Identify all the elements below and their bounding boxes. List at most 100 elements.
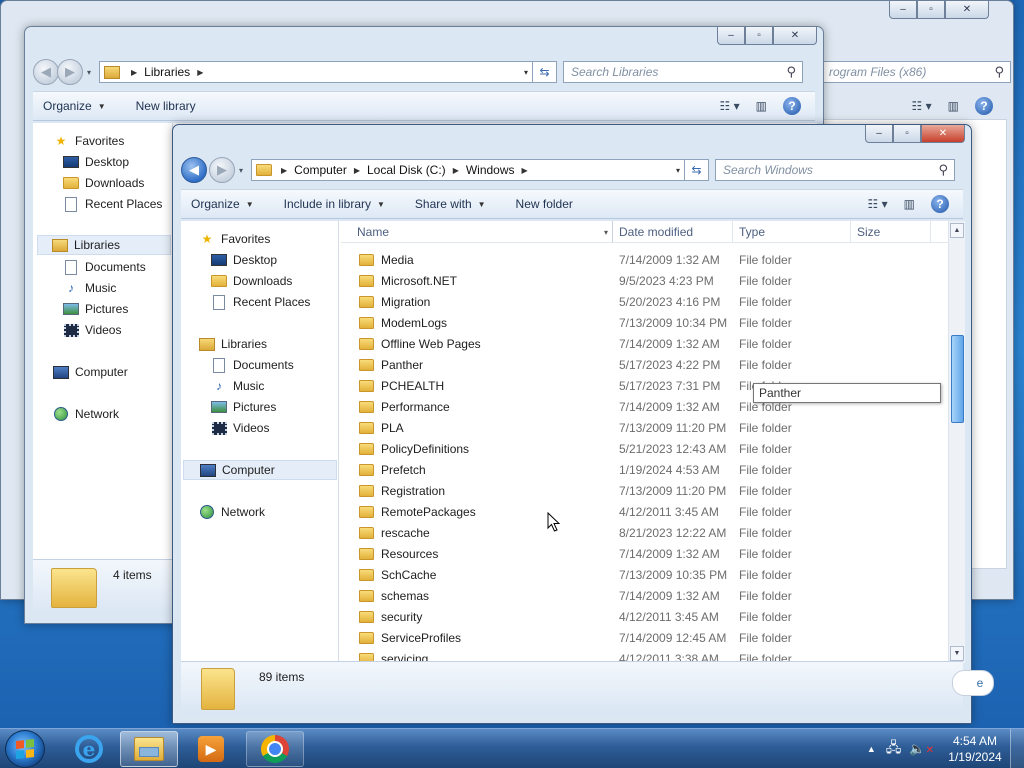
partial-button[interactable]: e <box>952 670 994 696</box>
file-row[interactable]: ServiceProfiles 7/14/2009 12:45 AM File fo… <box>341 627 947 648</box>
nav-libraries[interactable]: Libraries <box>37 235 171 255</box>
minimize-button[interactable]: – <box>865 125 893 143</box>
forward-button[interactable]: ▶ <box>57 59 83 85</box>
file-row[interactable]: RemotePackages 4/12/2011 3:45 AM File fold… <box>341 501 947 522</box>
close-button[interactable]: ✕ <box>945 1 989 19</box>
file-row[interactable]: Resources 7/14/2009 1:32 AM File folder <box>341 543 947 564</box>
file-row[interactable]: PLA 7/13/2009 11:20 PM File folder <box>341 417 947 438</box>
file-row[interactable]: security 4/12/2011 3:45 AM File folder <box>341 606 947 627</box>
vertical-scrollbar[interactable]: ▲ ▼ <box>948 221 965 663</box>
preview-pane-icon[interactable]: ▥ <box>948 99 959 113</box>
taskbar-chrome[interactable] <box>246 731 304 767</box>
file-row[interactable]: rescache 8/21/2023 12:22 AM File folder <box>341 522 947 543</box>
nav-computer[interactable]: Computer <box>183 460 337 480</box>
nav-network[interactable]: Network <box>53 404 119 424</box>
address-bar[interactable]: ▶ Libraries ▶ ▾ <box>99 61 533 83</box>
show-desktop-button[interactable] <box>1010 729 1024 768</box>
view-options-icon[interactable]: ☷ ▾ <box>912 99 932 113</box>
nav-music[interactable]: ♪ Music <box>63 278 116 298</box>
help-icon[interactable]: ? <box>975 97 993 115</box>
back-button[interactable]: ◀ <box>33 59 59 85</box>
scroll-down-arrow[interactable]: ▼ <box>950 646 964 661</box>
column-filter-icon[interactable]: ▾ <box>604 228 608 237</box>
nav-documents[interactable]: Documents <box>63 257 146 277</box>
minimize-button[interactable]: – <box>717 27 745 45</box>
show-hidden-icons-button[interactable]: ▲ <box>867 744 876 754</box>
file-row[interactable]: SchCache 7/13/2009 10:35 PM File folder <box>341 564 947 585</box>
close-button[interactable]: ✕ <box>773 27 817 45</box>
nav-recent-places[interactable]: Recent Places <box>211 292 310 312</box>
nav-downloads[interactable]: Downloads <box>211 271 292 291</box>
refresh-button[interactable]: ⇆ <box>685 159 709 181</box>
scroll-thumb[interactable] <box>951 335 964 423</box>
close-button[interactable]: ✕ <box>921 125 965 143</box>
taskbar-media-player[interactable]: ▶ <box>182 731 240 767</box>
include-in-library-button[interactable]: Include in library ▼ <box>284 197 385 211</box>
column-size[interactable]: Size <box>851 221 931 243</box>
breadcrumb-libraries[interactable]: Libraries <box>144 65 190 79</box>
new-folder-button[interactable]: New folder <box>516 197 573 211</box>
recent-pages-dropdown[interactable]: ▾ <box>83 68 95 77</box>
breadcrumb-computer[interactable]: Computer <box>294 163 347 177</box>
nav-music[interactable]: ♪ Music <box>211 376 264 396</box>
nav-recent-places[interactable]: Recent Places <box>63 194 162 214</box>
column-type[interactable]: Type <box>733 221 851 243</box>
nav-pictures[interactable]: Pictures <box>211 397 276 417</box>
refresh-button[interactable]: ⇆ <box>533 61 557 83</box>
nav-downloads[interactable]: Downloads <box>63 173 144 193</box>
taskbar-internet-explorer[interactable]: e <box>60 731 118 767</box>
back-button[interactable]: ◀ <box>181 157 207 183</box>
file-row[interactable]: Panther 5/17/2023 4:22 PM File folder <box>341 354 947 375</box>
maximize-button[interactable]: ▫ <box>917 1 945 19</box>
address-bar[interactable]: ▶ Computer ▶ Local Disk (C:) ▶ Windows ▶ ▾ <box>251 159 685 181</box>
file-row[interactable]: Microsoft.NET 9/5/2023 4:23 PM File folder <box>341 270 947 291</box>
address-dropdown[interactable]: ▾ <box>524 68 528 77</box>
breadcrumb-local-disk[interactable]: Local Disk (C:) <box>367 163 446 177</box>
clock[interactable]: 4:54 AM 1/19/2024 <box>940 733 1010 765</box>
help-icon[interactable]: ? <box>783 97 801 115</box>
organize-button[interactable]: Organize ▼ <box>43 99 106 113</box>
nav-videos[interactable]: Videos <box>211 418 269 438</box>
address-dropdown[interactable]: ▾ <box>676 166 680 175</box>
file-row[interactable]: Registration 7/13/2009 11:20 PM File folde… <box>341 480 947 501</box>
network-status-icon[interactable]: 🖧 <box>886 737 902 761</box>
search-input[interactable]: Search Windows ⚲ <box>715 159 955 181</box>
share-with-button[interactable]: Share with ▼ <box>415 197 486 211</box>
nav-favorites[interactable]: ★ Favorites <box>53 131 125 151</box>
search-input[interactable]: rogram Files (x86) ⚲ <box>821 61 1011 83</box>
file-row[interactable]: ModemLogs 7/13/2009 10:34 PM File folder <box>341 312 947 333</box>
minimize-button[interactable]: – <box>889 1 917 19</box>
nav-favorites[interactable]: ★ Favorites <box>199 229 271 249</box>
file-row[interactable]: Prefetch 1/19/2024 4:53 AM File folder <box>341 459 947 480</box>
nav-computer[interactable]: Computer <box>53 362 128 382</box>
nav-documents[interactable]: Documents <box>211 355 294 375</box>
file-row[interactable]: Media 7/14/2009 1:32 AM File folder <box>341 249 947 270</box>
file-row[interactable]: Offline Web Pages 7/14/2009 1:32 AM File f… <box>341 333 947 354</box>
start-button[interactable] <box>5 730 45 768</box>
forward-button[interactable]: ▶ <box>209 157 235 183</box>
breadcrumb-windows[interactable]: Windows <box>466 163 515 177</box>
nav-desktop[interactable]: Desktop <box>211 250 277 270</box>
volume-muted-icon[interactable]: 🔈✕ <box>909 741 934 757</box>
nav-network[interactable]: Network <box>199 502 265 522</box>
search-input[interactable]: Search Libraries ⚲ <box>563 61 803 83</box>
nav-videos[interactable]: Videos <box>63 320 121 340</box>
window-windows-folder[interactable]: – ▫ ✕ ◀ ▶ ▾ ▶ Computer ▶ Local Disk (C:) ▶… <box>172 124 972 724</box>
scroll-up-arrow[interactable]: ▲ <box>950 223 964 238</box>
file-row[interactable]: schemas 7/14/2009 1:32 AM File folder <box>341 585 947 606</box>
preview-pane-icon[interactable]: ▥ <box>904 197 915 211</box>
view-options-icon[interactable]: ☷ ▾ <box>720 99 740 113</box>
maximize-button[interactable]: ▫ <box>893 125 921 143</box>
recent-pages-dropdown[interactable]: ▾ <box>235 166 247 175</box>
organize-button[interactable]: Organize ▼ <box>191 197 254 211</box>
maximize-button[interactable]: ▫ <box>745 27 773 45</box>
nav-desktop[interactable]: Desktop <box>63 152 129 172</box>
column-name[interactable]: Name ^ ▾ <box>351 221 613 243</box>
new-library-button[interactable]: New library <box>136 99 196 113</box>
column-date-modified[interactable]: Date modified <box>613 221 733 243</box>
file-row[interactable]: PolicyDefinitions 5/21/2023 12:43 AM File … <box>341 438 947 459</box>
nav-libraries[interactable]: Libraries <box>199 334 267 354</box>
file-row[interactable]: Migration 5/20/2023 4:16 PM File folder <box>341 291 947 312</box>
nav-pictures[interactable]: Pictures <box>63 299 128 319</box>
help-icon[interactable]: ? <box>931 195 949 213</box>
